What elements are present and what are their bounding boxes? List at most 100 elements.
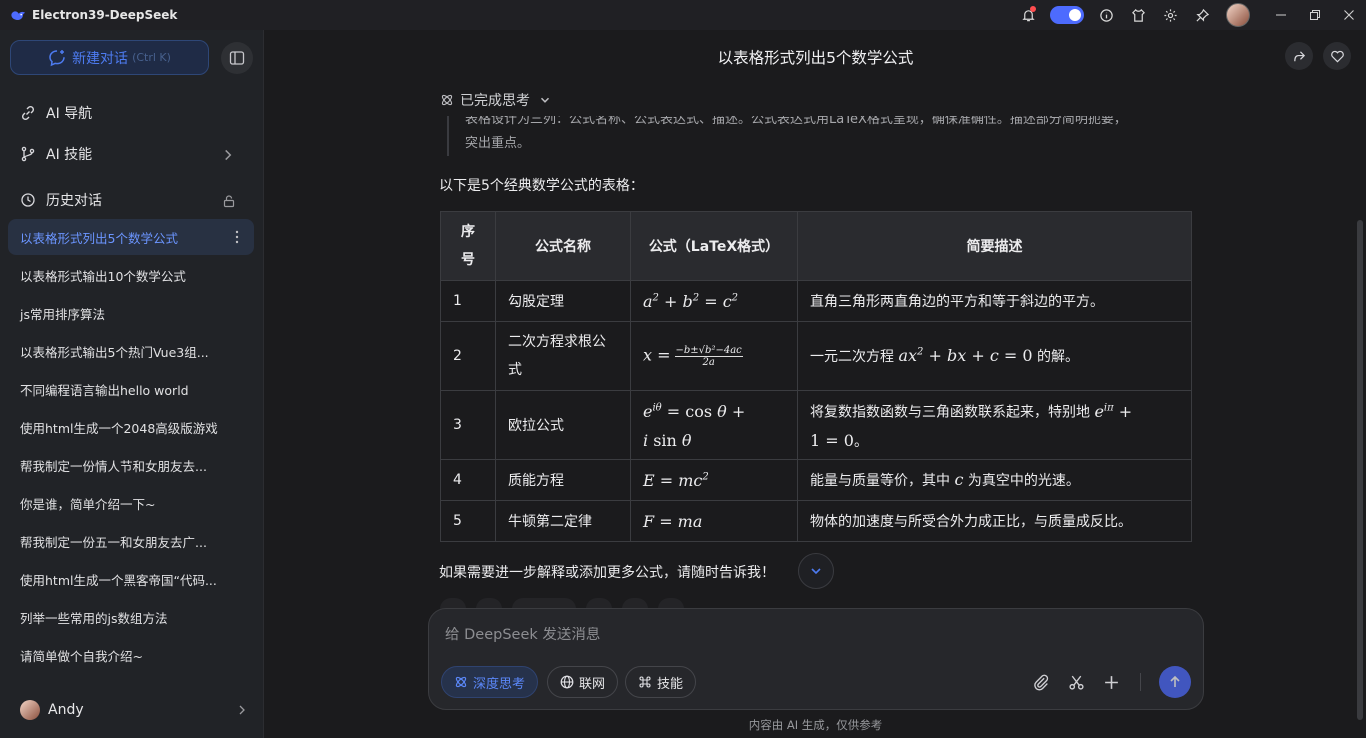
shirt-icon[interactable] <box>1122 0 1154 30</box>
send-button[interactable] <box>1159 666 1191 698</box>
share-button[interactable] <box>1285 42 1313 70</box>
history-item-label: 以表格形式列出5个数学公式 <box>20 230 178 246</box>
link-icon <box>21 105 35 121</box>
formula-expression: E = mc2 <box>630 459 798 501</box>
heart-icon <box>1330 50 1344 63</box>
history-item[interactable]: 以表格形式输出10个数学公式 <box>8 257 254 293</box>
collapse-sidebar-button[interactable] <box>221 42 253 74</box>
sidebar-history-header: 历史对话 <box>20 189 250 211</box>
history-item[interactable]: 以表格形式列出5个数学公式 <box>8 219 254 255</box>
deep-think-label: 深度思考 <box>473 676 526 692</box>
table-row: 5 牛顿第二定律 F = ma 物体的加速度与所受合外力成正比，与质量成反比。 <box>440 500 1192 542</box>
formula-expression: F = ma <box>630 500 798 542</box>
scroll-to-bottom-button[interactable] <box>798 553 834 589</box>
sidebar-item-ai-nav[interactable]: AI 导航 <box>20 102 250 124</box>
history-item[interactable]: 以表格形式输出5个热门Vue3组... <box>8 333 254 369</box>
row-number: 3 <box>440 390 496 460</box>
formula-name: 二次方程求根公式 <box>495 321 631 391</box>
answer-closing: 如果需要进一步解释或添加更多公式，请随时告诉我！ <box>439 565 775 581</box>
history-item-label: 使用html生成一个2048高级版游戏 <box>20 420 218 436</box>
history-label: 历史对话 <box>46 193 102 209</box>
new-chat-button[interactable]: 新建对话 (Ctrl K) <box>10 40 209 75</box>
row-number: 4 <box>440 459 496 501</box>
notification-dot <box>1030 6 1036 12</box>
avatar[interactable] <box>1226 3 1250 27</box>
history-item[interactable]: 请简单做个自我介绍~ <box>8 637 254 673</box>
table-row: 2 二次方程求根公式 x = −b±√b²−4ac 2a 一元二次方程 ax2 + … <box>440 321 1192 391</box>
atom-icon <box>455 676 467 688</box>
title-bar: Electron39-DeepSeek <box>0 0 1366 30</box>
plus-icon[interactable] <box>1100 671 1122 693</box>
scissors-icon[interactable] <box>1065 671 1087 693</box>
branch-icon <box>21 146 35 162</box>
formula-expression: a2 + b2 = c2 <box>630 280 798 322</box>
formula-description: 直角三角形两直角边的平方和等于斜边的平方。 <box>797 280 1192 322</box>
restore-button[interactable] <box>1298 0 1332 30</box>
attach-icon[interactable] <box>1030 671 1052 693</box>
formula-expression: x = −b±√b²−4ac 2a <box>630 321 798 391</box>
row-number: 1 <box>440 280 496 322</box>
thinking-content: 表格设计为三列：公式名称、公式表达式、描述。公式表达式用LaTeX格式呈现，确保… <box>447 116 1187 156</box>
user-profile[interactable]: Andy <box>20 698 252 722</box>
info-icon[interactable] <box>1090 0 1122 30</box>
ai-disclaimer: 内容由 AI 生成，仅供参考 <box>748 718 883 732</box>
arrow-up-icon <box>1170 675 1180 687</box>
app-title: Electron39-DeepSeek <box>32 8 178 22</box>
new-chat-shortcut: (Ctrl K) <box>132 51 171 64</box>
table-header: 公式名称 <box>495 211 631 281</box>
message-composer: 深度思考 联网 技能 <box>428 608 1204 710</box>
thinking-line: 突出重点。 <box>465 136 531 151</box>
lock-icon[interactable] <box>222 193 236 209</box>
toggle-knob <box>1069 9 1081 21</box>
formula-description: 物体的加速度与所受合外力成正比，与质量成反比。 <box>797 500 1192 542</box>
minimize-button[interactable] <box>1264 0 1298 30</box>
thinking-line: 表格设计为三列：公式名称、公式表达式、描述。公式表达式用LaTeX格式呈现，确保… <box>465 116 1127 127</box>
web-search-toggle[interactable]: 联网 <box>547 666 619 698</box>
sidebar-item-ai-skills[interactable]: AI 技能 <box>20 143 250 165</box>
formula-name: 勾股定理 <box>495 280 631 322</box>
row-number: 2 <box>440 321 496 391</box>
table-header: 公式（LaTeX格式） <box>630 211 798 281</box>
history-item[interactable]: 不同编程语言输出hello world <box>8 371 254 407</box>
new-chat-label: 新建对话 <box>72 50 129 67</box>
share-icon <box>1293 50 1305 61</box>
user-avatar <box>20 700 40 720</box>
scrollbar[interactable] <box>1357 220 1363 720</box>
thinking-toggle[interactable]: 已完成思考 <box>440 90 558 110</box>
formula-expression: eiθ = cos θ + i sin θ <box>630 390 798 460</box>
deepseek-logo-icon <box>10 8 26 22</box>
history-item[interactable]: 列举一些常用的js数组方法 <box>8 599 254 635</box>
formula-description: 能量与质量等价，其中 c 为真空中的光速。 <box>797 459 1192 501</box>
sidebar-item-label: AI 导航 <box>46 106 93 122</box>
composer-divider <box>1140 673 1141 691</box>
history-item[interactable]: 帮我制定一份情人节和女朋友去... <box>8 447 254 483</box>
theme-toggle[interactable] <box>1050 6 1084 24</box>
formula-description: 一元二次方程 ax2 + bx + c = 0 的解。 <box>797 321 1192 391</box>
history-item[interactable]: 帮我制定一份五一和女朋友去广... <box>8 523 254 559</box>
chevron-down-icon <box>540 97 550 103</box>
formula-name: 牛顿第二定律 <box>495 500 631 542</box>
favorite-button[interactable] <box>1323 42 1351 70</box>
thinking-label: 已完成思考 <box>460 93 530 109</box>
history-item[interactable]: 使用html生成一个2048高级版游戏 <box>8 409 254 445</box>
history-item-label: 帮我制定一份情人节和女朋友去... <box>20 458 207 474</box>
deep-think-toggle[interactable]: 深度思考 <box>441 666 539 698</box>
pin-icon[interactable] <box>1186 0 1218 30</box>
formula-name: 欧拉公式 <box>495 390 631 460</box>
atom-icon <box>441 94 453 106</box>
history-item[interactable]: 你是谁，简单介绍一下~ <box>8 485 254 521</box>
chat-main: 以表格形式列出5个数学公式 已完成思考 表格设计为三列：公式名称、公式表达式、描… <box>265 30 1366 738</box>
history-item[interactable]: 使用html生成一个黑客帝国“代码... <box>8 561 254 597</box>
settings-icon[interactable] <box>1154 0 1186 30</box>
history-item-label: 列举一些常用的js数组方法 <box>20 610 168 626</box>
history-item-label: 使用html生成一个黑客帝国“代码... <box>20 572 217 588</box>
history-item[interactable]: js常用排序算法 <box>8 295 254 331</box>
table-row: 4 质能方程 E = mc2 能量与质量等价，其中 c 为真空中的光速。 <box>440 459 1192 501</box>
answer-intro: 以下是5个经典数学公式的表格： <box>439 178 644 194</box>
globe-icon <box>560 675 574 689</box>
close-button[interactable] <box>1332 0 1366 30</box>
more-vertical-icon[interactable] <box>230 229 244 245</box>
bell-icon[interactable] <box>1012 0 1044 30</box>
message-input[interactable] <box>445 627 1145 643</box>
skills-toggle[interactable]: 技能 <box>625 666 697 698</box>
